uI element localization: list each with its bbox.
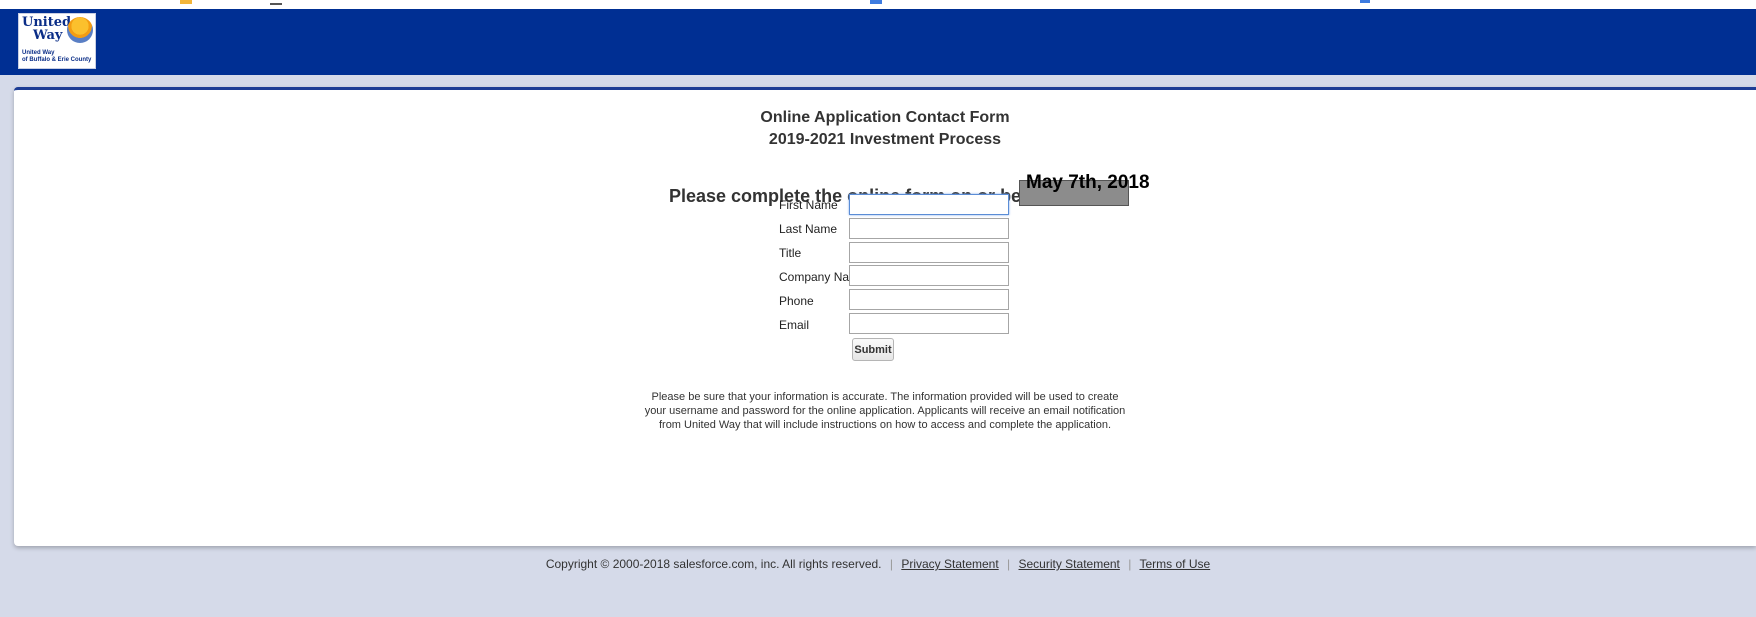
top-strip-mark: [180, 0, 192, 4]
submit-button[interactable]: Submit: [852, 338, 894, 361]
phone-label: Phone: [779, 294, 814, 308]
deadline-date: May 7th, 2018: [1026, 172, 1150, 193]
last-name-input[interactable]: [849, 218, 1009, 239]
title-label: Title: [779, 246, 802, 260]
form-title: Online Application Contact Form 2019-202…: [14, 107, 1756, 151]
first-name-input[interactable]: [849, 194, 1009, 215]
phone-input[interactable]: [849, 289, 1009, 310]
site-header: United Way United Way of Buffalo & Erie …: [0, 9, 1756, 75]
browser-top-strip: [0, 0, 1756, 9]
terms-of-use-link[interactable]: Terms of Use: [1139, 557, 1210, 571]
title-input[interactable]: [849, 242, 1009, 263]
info-line: from United Way that will include instru…: [658, 419, 1112, 431]
email-input[interactable]: [849, 313, 1009, 334]
united-way-emblem-icon: [67, 17, 93, 43]
info-paragraph: Please be sure that your information is …: [14, 390, 1756, 432]
united-way-logo[interactable]: United Way United Way of Buffalo & Erie …: [18, 13, 96, 69]
company-name-input[interactable]: [849, 265, 1009, 286]
top-strip-mark: [1360, 0, 1370, 3]
footer-separator: |: [1007, 557, 1011, 571]
privacy-statement-link[interactable]: Privacy Statement: [901, 557, 998, 571]
form-title-line2: 2019-2021 Investment Process: [768, 131, 1002, 148]
first-name-label: First Name: [779, 198, 838, 212]
email-label: Email: [779, 318, 810, 332]
page-footer: Copyright © 2000-2018 salesforce.com, in…: [0, 557, 1756, 571]
last-name-label: Last Name: [779, 222, 838, 236]
top-strip-mark: [870, 0, 882, 4]
form-card: Online Application Contact Form 2019-202…: [14, 87, 1756, 546]
logo-word-way: Way: [33, 28, 63, 43]
info-line: Please be sure that your information is …: [651, 391, 1119, 403]
footer-separator: |: [1128, 557, 1132, 571]
top-strip-mark: [270, 3, 282, 5]
logo-tagline-location: of Buffalo & Erie County: [22, 57, 92, 63]
logo-tagline: United Way: [22, 50, 55, 56]
info-line: your username and password for the onlin…: [644, 405, 1126, 417]
security-statement-link[interactable]: Security Statement: [1019, 557, 1120, 571]
footer-separator: |: [889, 557, 893, 571]
copyright-text: Copyright © 2000-2018 salesforce.com, in…: [545, 557, 882, 571]
form-title-line1: Online Application Contact Form: [760, 109, 1010, 126]
